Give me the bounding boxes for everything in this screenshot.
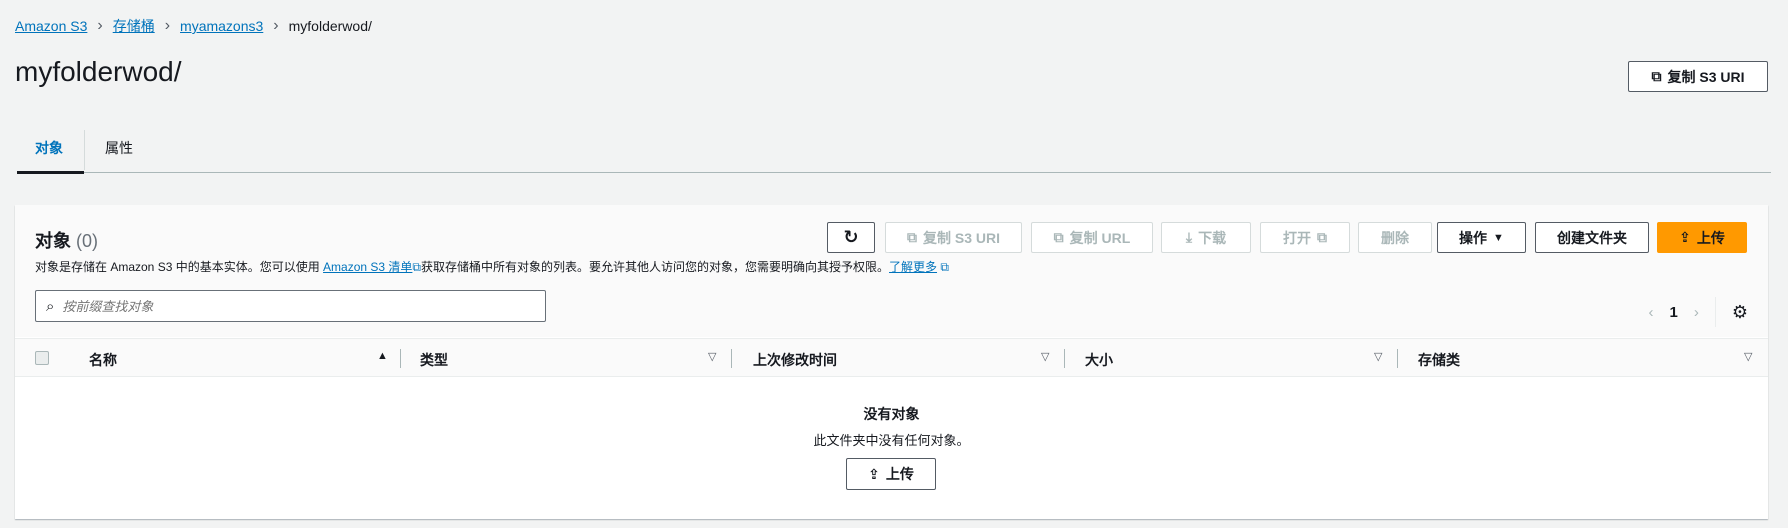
- sort-icon[interactable]: ▽: [1041, 350, 1049, 363]
- breadcrumb-current: myfolderwod/: [288, 18, 372, 34]
- download-icon: ⤓: [1185, 229, 1193, 245]
- chevron-right-icon: ›: [97, 17, 103, 34]
- tab-active-indicator: [17, 171, 84, 174]
- column-last-modified[interactable]: 上次修改时间: [753, 350, 837, 370]
- external-link-icon: ⧉: [1317, 229, 1327, 245]
- upload-icon: ⇪: [868, 465, 880, 482]
- column-storage-class[interactable]: 存储类: [1418, 350, 1460, 370]
- objects-panel: 对象 (0) 对象是存储在 Amazon S3 中的基本实体。您可以使用 Ama…: [15, 205, 1768, 519]
- copy-url-button[interactable]: ⧉ 复制 URL: [1031, 222, 1153, 253]
- copy-icon: ⧉: [1651, 68, 1662, 84]
- inventory-link[interactable]: Amazon S3 清单: [323, 260, 412, 274]
- tab-properties[interactable]: 属性: [105, 138, 133, 158]
- chevron-right-icon: ›: [273, 17, 279, 34]
- sort-icon[interactable]: ▽: [708, 350, 716, 363]
- breadcrumb-bucket[interactable]: myamazons3: [180, 18, 263, 34]
- upload-button[interactable]: ⇪ 上传: [1657, 222, 1747, 253]
- external-link-icon: ⧉: [940, 260, 949, 274]
- breadcrumb-s3[interactable]: Amazon S3: [15, 18, 87, 34]
- sort-icon[interactable]: ▽: [1744, 350, 1752, 363]
- chevron-right-icon: ›: [164, 17, 171, 34]
- copy-icon: ⧉: [1053, 229, 1064, 245]
- tab-divider: [84, 130, 85, 170]
- copy-s3-uri-button[interactable]: ⧉ 复制 S3 URI: [1628, 61, 1768, 92]
- pagination: ‹ 1 › ⚙: [1649, 297, 1748, 327]
- objects-description: 对象是存储在 Amazon S3 中的基本实体。您可以使用 Amazon S3 …: [35, 260, 949, 274]
- select-all-checkbox[interactable]: [35, 351, 49, 365]
- search-input[interactable]: [62, 298, 545, 314]
- breadcrumb-buckets[interactable]: 存储桶: [113, 16, 155, 36]
- external-link-icon: ⧉: [412, 260, 421, 274]
- empty-title: 没有对象: [863, 406, 920, 422]
- objects-count: (0): [76, 231, 99, 251]
- delete-button[interactable]: 删除: [1358, 222, 1432, 253]
- column-type[interactable]: 类型: [420, 350, 448, 370]
- current-page[interactable]: 1: [1670, 304, 1678, 321]
- refresh-icon: ↻: [843, 227, 859, 247]
- learn-more-link[interactable]: 了解更多: [889, 260, 937, 274]
- breadcrumb: Amazon S3 › 存储桶 › myamazons3 › myfolderw…: [15, 16, 372, 36]
- sort-asc-icon[interactable]: ▲: [377, 350, 388, 362]
- page-title: myfolderwod/: [15, 56, 182, 87]
- tab-objects[interactable]: 对象: [35, 138, 63, 158]
- search-icon: ⌕: [46, 297, 55, 315]
- caret-down-icon: ▼: [1493, 231, 1504, 244]
- empty-description: 此文件夹中没有任何对象。: [813, 433, 970, 448]
- prev-page-icon[interactable]: ‹: [1649, 304, 1654, 321]
- tab-bar: 对象 属性: [17, 130, 1771, 174]
- objects-heading: 对象 (0): [35, 231, 99, 251]
- refresh-button[interactable]: ↻: [827, 222, 875, 253]
- upload-icon: ⇪: [1679, 229, 1691, 245]
- download-button[interactable]: ⤓ 下载: [1161, 222, 1251, 253]
- create-folder-button[interactable]: 创建文件夹: [1535, 222, 1649, 253]
- empty-upload-button[interactable]: ⇪ 上传: [846, 458, 936, 490]
- copy-icon: ⧉: [906, 229, 917, 245]
- open-button[interactable]: 打开 ⧉: [1260, 222, 1350, 253]
- column-name[interactable]: 名称: [89, 350, 117, 370]
- gear-icon[interactable]: ⚙: [1732, 302, 1748, 323]
- search-field[interactable]: ⌕: [35, 290, 546, 322]
- column-size[interactable]: 大小: [1085, 350, 1113, 370]
- sort-icon[interactable]: ▽: [1374, 350, 1382, 363]
- next-page-icon[interactable]: ›: [1694, 304, 1699, 321]
- copy-s3-uri-toolbar-button[interactable]: ⧉ 复制 S3 URI: [885, 222, 1022, 253]
- actions-dropdown[interactable]: 操作 ▼: [1437, 222, 1526, 253]
- table-header: 名称 ▲ 类型 ▽ 上次修改时间 ▽ 大小 ▽ 存储类 ▽: [15, 338, 1768, 377]
